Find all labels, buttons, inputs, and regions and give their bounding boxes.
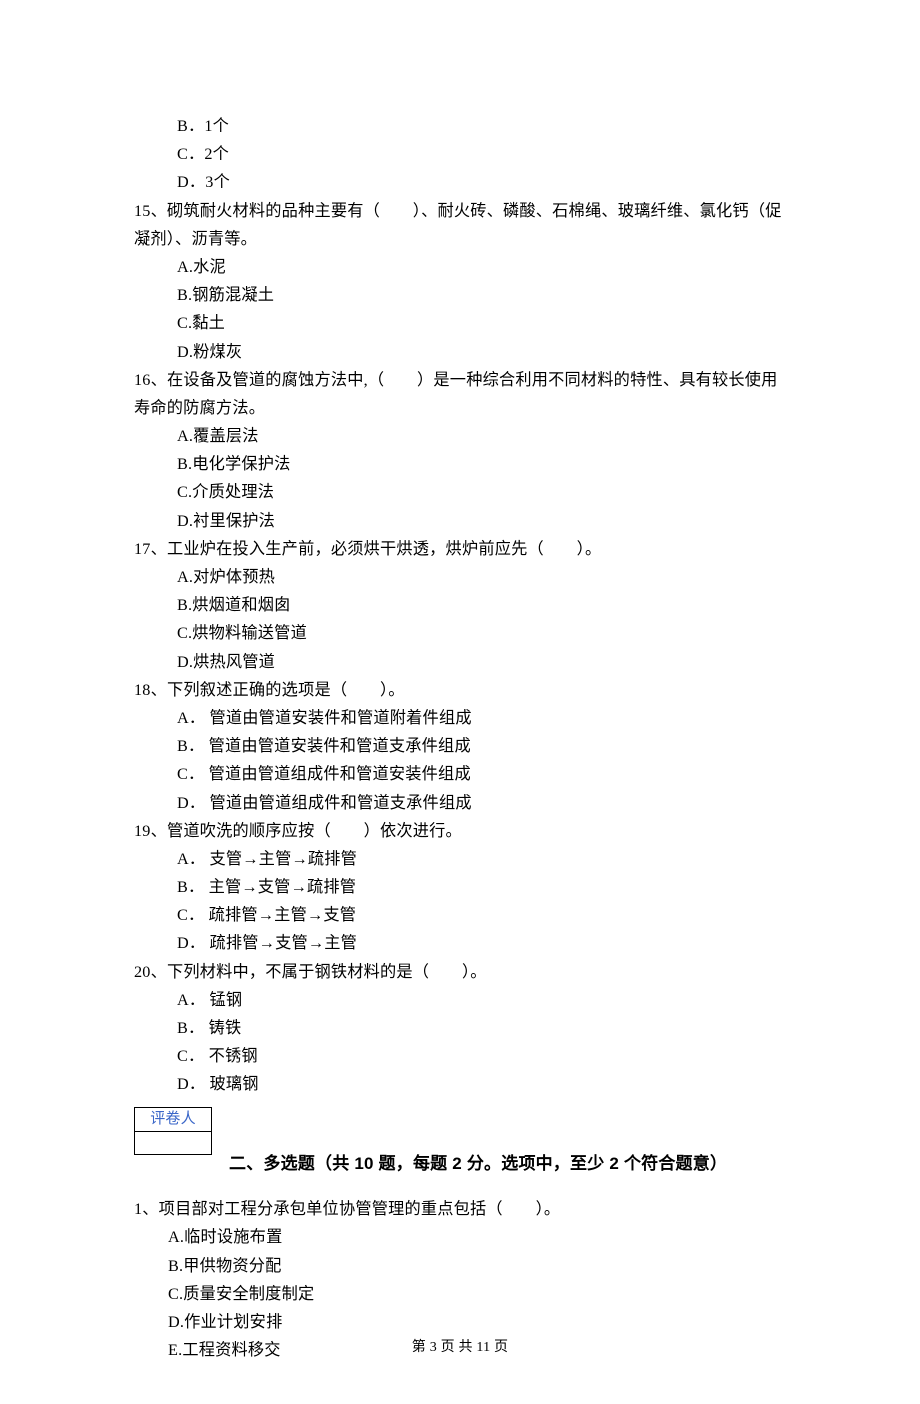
option-d: D.粉煤灰 xyxy=(177,338,788,366)
question-18: 18、下列叙述正确的选项是（ ）。 A． 管道由管道安装件和管道附着件组成 B．… xyxy=(134,676,788,817)
option-c: C． 不锈钢 xyxy=(177,1042,788,1070)
prev-question-options: B．1个 C．2个 D．3个 xyxy=(134,112,788,197)
option-d: D． 玻璃钢 xyxy=(177,1070,788,1098)
option-a: A． 管道由管道安装件和管道附着件组成 xyxy=(177,704,788,732)
question-stem: 18、下列叙述正确的选项是（ ）。 xyxy=(134,676,788,704)
option-a: A.水泥 xyxy=(177,253,788,281)
option-c: C.黏土 xyxy=(177,309,788,337)
option-b: B． 管道由管道安装件和管道支承件组成 xyxy=(177,732,788,760)
question-stem: 1、项目部对工程分承包单位协管管理的重点包括（ ）。 xyxy=(134,1195,788,1223)
question-stem: 16、在设备及管道的腐蚀方法中,（ ）是一种综合利用不同材料的特性、具有较长使用… xyxy=(134,366,788,422)
option-b: B.电化学保护法 xyxy=(177,450,788,478)
option-c: C．2个 xyxy=(177,140,788,168)
question-stem: 17、工业炉在投入生产前，必须烘干烘透，烘炉前应先（ ）。 xyxy=(134,535,788,563)
option-a: A． 锰钢 xyxy=(177,986,788,1014)
option-c: C． 疏排管→主管→支管 xyxy=(177,901,788,929)
option-d: D．3个 xyxy=(177,168,788,196)
question-19: 19、管道吹洗的顺序应按（ ）依次进行。 A． 支管→主管→疏排管 B． 主管→… xyxy=(134,817,788,958)
option-b: B.烘烟道和烟囱 xyxy=(177,591,788,619)
option-a: A.临时设施布置 xyxy=(168,1223,788,1251)
option-a: A.对炉体预热 xyxy=(177,563,788,591)
option-c: C.介质处理法 xyxy=(177,478,788,506)
option-a: A.覆盖层法 xyxy=(177,422,788,450)
question-15: 15、砌筑耐火材料的品种主要有（ ）、耐火砖、磷酸、石棉绳、玻璃纤维、氯化钙（促… xyxy=(134,197,788,366)
option-d: D． 疏排管→支管→主管 xyxy=(177,929,788,957)
option-b: B.甲供物资分配 xyxy=(168,1252,788,1280)
option-b: B．1个 xyxy=(177,112,788,140)
question-20: 20、下列材料中，不属于钢铁材料的是（ ）。 A． 锰钢 B． 铸铁 C． 不锈… xyxy=(134,958,788,1099)
option-b: B． 铸铁 xyxy=(177,1014,788,1042)
option-d: D.作业计划安排 xyxy=(168,1308,788,1336)
exam-page: B．1个 C．2个 D．3个 15、砌筑耐火材料的品种主要有（ ）、耐火砖、磷酸… xyxy=(0,0,920,1404)
section-2-title: 二、多选题（共 10 题，每题 2 分。选项中，至少 2 个符合题意） xyxy=(229,1149,788,1179)
question-stem: 19、管道吹洗的顺序应按（ ）依次进行。 xyxy=(134,817,788,845)
option-b: B.钢筋混凝土 xyxy=(177,281,788,309)
option-c: C.烘物料输送管道 xyxy=(177,619,788,647)
option-c: C． 管道由管道组成件和管道安装件组成 xyxy=(177,760,788,788)
question-stem: 20、下列材料中，不属于钢铁材料的是（ ）。 xyxy=(134,958,788,986)
option-d: D． 管道由管道组成件和管道支承件组成 xyxy=(177,789,788,817)
option-a: A． 支管→主管→疏排管 xyxy=(177,845,788,873)
option-d: D.衬里保护法 xyxy=(177,507,788,535)
grader-input-cell[interactable] xyxy=(135,1131,212,1154)
grader-box: 评卷人 xyxy=(134,1107,788,1155)
question-16: 16、在设备及管道的腐蚀方法中,（ ）是一种综合利用不同材料的特性、具有较长使用… xyxy=(134,366,788,535)
question-17: 17、工业炉在投入生产前，必须烘干烘透，烘炉前应先（ ）。 A.对炉体预热 B.… xyxy=(134,535,788,676)
page-footer: 第 3 页 共 11 页 xyxy=(0,1336,920,1360)
option-d: D.烘热风管道 xyxy=(177,648,788,676)
grader-label: 评卷人 xyxy=(135,1107,212,1131)
option-b: B． 主管→支管→疏排管 xyxy=(177,873,788,901)
question-stem: 15、砌筑耐火材料的品种主要有（ ）、耐火砖、磷酸、石棉绳、玻璃纤维、氯化钙（促… xyxy=(134,197,788,253)
option-c: C.质量安全制度制定 xyxy=(168,1280,788,1308)
